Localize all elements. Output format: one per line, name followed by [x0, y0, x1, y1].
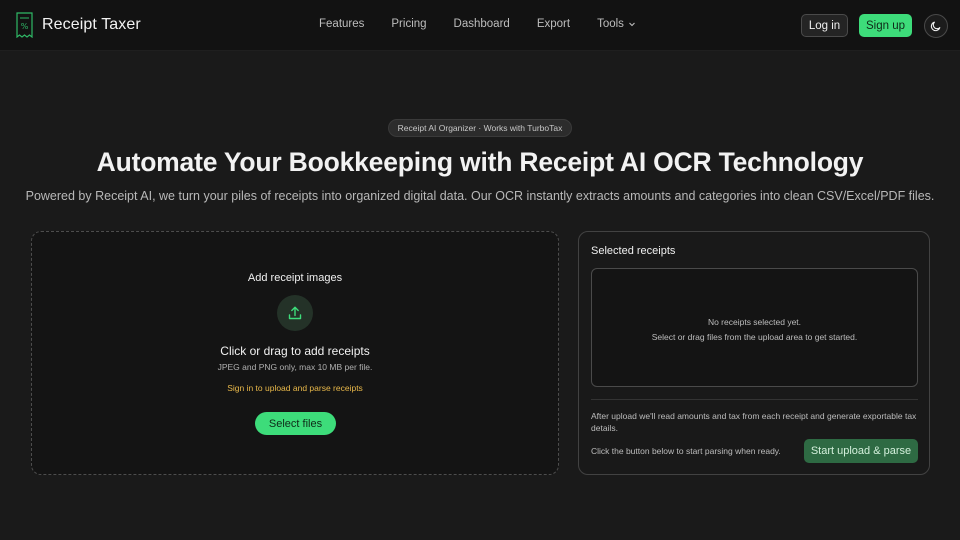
- upload-icon: [277, 295, 313, 331]
- receipt-tax-logo-icon: %: [16, 12, 33, 38]
- empty-state-hint: Select or drag files from the upload are…: [651, 332, 858, 342]
- upload-hint: JPEG and PNG only, max 10 MB per file.: [217, 362, 373, 372]
- upload-title: Add receipt images: [247, 272, 343, 284]
- main-nav: Features Pricing Dashboard Export Tools: [319, 18, 636, 30]
- brand-name: Receipt Taxer: [42, 16, 141, 33]
- divider: [591, 399, 918, 400]
- nav-pricing[interactable]: Pricing: [391, 18, 426, 30]
- parse-instructions: Click the button below to start parsing …: [591, 446, 781, 456]
- chevron-down-icon: [629, 22, 635, 27]
- nav-features[interactable]: Features: [319, 18, 364, 30]
- svg-text:%: %: [21, 22, 29, 31]
- nav-dashboard[interactable]: Dashboard: [454, 18, 510, 30]
- nav-features-label: Features: [319, 18, 365, 30]
- signup-button[interactable]: Sign up: [859, 14, 912, 37]
- start-upload-parse-button[interactable]: Start upload & parse: [804, 439, 918, 463]
- hero-title: Automate Your Bookkeeping with Receipt A…: [96, 147, 864, 177]
- selected-receipts-panel: Selected receipts No receipts selected y…: [578, 231, 930, 475]
- upload-cta: Click or drag to add receipts: [220, 344, 370, 358]
- nav-export[interactable]: Export: [537, 18, 570, 30]
- login-button[interactable]: Log in: [801, 14, 848, 37]
- brand[interactable]: % Receipt Taxer: [16, 12, 141, 38]
- selected-receipts-list: No receipts selected yet. Select or drag…: [591, 268, 918, 387]
- select-files-button[interactable]: Select files: [255, 412, 336, 435]
- nav-dashboard-label: Dashboard: [453, 18, 510, 30]
- parse-info-note: After upload we'll read amounts and tax …: [591, 411, 917, 433]
- hero-subtitle: Powered by Receipt AI, we turn your pile…: [25, 189, 935, 203]
- nav-tools[interactable]: Tools: [597, 18, 636, 30]
- upload-dropzone[interactable]: Add receipt images Click or drag to add …: [31, 231, 559, 475]
- nav-export-label: Export: [536, 18, 571, 30]
- nav-tools-label: Tools: [597, 18, 624, 30]
- moon-icon: [930, 21, 941, 32]
- empty-state-text: No receipts selected yet.: [707, 317, 802, 327]
- hero-badge: Receipt AI Organizer · Works with TurboT…: [388, 119, 572, 137]
- nav-pricing-label: Pricing: [391, 18, 427, 30]
- top-navbar: % Receipt Taxer Features Pricing Dashboa…: [0, 0, 960, 51]
- selected-receipts-title: Selected receipts: [591, 245, 676, 257]
- theme-toggle-button[interactable]: [924, 14, 948, 38]
- signin-warning[interactable]: Sign in to upload and parse receipts: [32, 383, 558, 393]
